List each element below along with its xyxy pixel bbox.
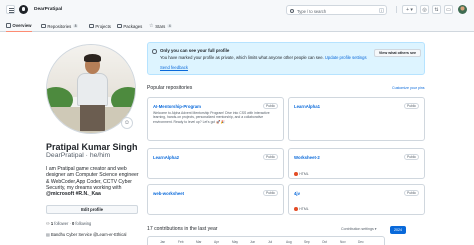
search-placeholder: Type / to search (297, 8, 327, 14)
month-label: Jul (268, 240, 273, 244)
repo-name-link[interactable]: LearnAlpha1 (294, 104, 320, 109)
visibility-badge: Public (404, 153, 419, 161)
customize-pins-link[interactable]: Customize your pins (392, 86, 425, 90)
repo-card: AI-Mentorship-Program Public Welcome to … (147, 97, 284, 141)
hamburger-menu-button[interactable] (6, 5, 15, 14)
inbox-icon[interactable]: ▭ (444, 5, 453, 14)
banner-message: You have marked your profile as private,… (160, 55, 367, 61)
month-label: Oct (322, 240, 327, 244)
tab-projects[interactable]: Projects (89, 20, 111, 32)
organization-icon: ▤ (46, 232, 50, 237)
tab-overview[interactable]: Overview (6, 20, 32, 32)
info-icon (152, 49, 157, 54)
repo-card: 4jv Public HTML (288, 184, 425, 215)
package-icon (117, 23, 122, 29)
visibility-badge: Public (263, 102, 278, 110)
follow-stats: ⚇ 1 follower · 0 following (46, 221, 92, 226)
year-button-2024[interactable]: 2024 (390, 226, 406, 234)
repo-card: Worksheet-2 Public HTML (288, 148, 425, 179)
tab-repositories[interactable]: Repositories 8 (41, 20, 79, 32)
header-username[interactable]: DearPratipal (34, 7, 62, 12)
profile-bio: I am Pratipal game creator and web desig… (46, 166, 139, 198)
tab-stars[interactable]: ☆ Stars 4 (149, 20, 173, 32)
profile-username: DearPratipal · he/him (46, 152, 111, 159)
repo-name-link[interactable]: Worksheet-2 (294, 155, 320, 160)
repo-card: web-worksheet Public (147, 184, 284, 215)
month-label: Feb (178, 240, 184, 244)
repo-name-link[interactable]: 4jv (294, 191, 300, 196)
repo-language: HTML (294, 207, 309, 211)
star-icon: ☆ (149, 23, 154, 29)
visibility-badge: Public (263, 153, 278, 161)
banner-title: Only you can see your full profile (160, 48, 230, 54)
team-link[interactable]: @Learn-er-Ethical (93, 232, 126, 237)
language-color-dot (294, 207, 298, 211)
user-avatar-small[interactable] (458, 5, 467, 14)
repo-name-link[interactable]: AI-Mentorship-Program (153, 104, 201, 109)
followers-link[interactable]: 1 follower (51, 221, 69, 226)
stars-count: 4 (167, 23, 173, 29)
popular-repositories-title: Popular repositories (147, 85, 193, 91)
repositories-count: 8 (73, 23, 79, 29)
month-label: Apr (214, 240, 219, 244)
update-profile-settings-link[interactable]: Update profile settings (325, 55, 367, 60)
following-link[interactable]: 0 following (72, 221, 91, 226)
repo-language: HTML (294, 172, 309, 176)
repo-name-link[interactable]: LearnAlpha2 (153, 155, 179, 160)
profile-name: Pratipal Kumar Singh (46, 142, 138, 152)
repo-card: LearnAlpha2 Public (147, 148, 284, 179)
set-status-button[interactable]: ☺ (121, 117, 133, 129)
language-color-dot (294, 172, 298, 176)
create-new-button[interactable]: + ▾ (402, 5, 417, 14)
header-divider (396, 6, 397, 13)
search-icon (290, 8, 294, 13)
month-label: Dec (358, 240, 364, 244)
pull-requests-icon[interactable]: ⇅ (432, 5, 441, 14)
repo-description: Welcome to Alpha Advent Mentorship Progr… (153, 111, 270, 124)
github-logo-icon[interactable] (19, 5, 28, 14)
tab-packages[interactable]: Packages (117, 20, 142, 32)
month-label: Nov (340, 240, 346, 244)
contribution-calendar: Jan Feb Mar Apr May Jun Jul Aug Sep Oct … (147, 236, 385, 245)
table-icon (89, 23, 94, 29)
search-input[interactable]: Type / to search / (286, 5, 387, 15)
people-icon: ⚇ (46, 221, 50, 226)
contributions-title: 17 contributions in the last year (147, 226, 218, 232)
view-what-others-see-button[interactable]: View what others see (374, 49, 421, 57)
book-icon (6, 23, 11, 28)
month-label: Jan (160, 240, 166, 244)
edit-profile-button[interactable]: Edit profile (46, 205, 138, 214)
month-label: Sep (304, 240, 310, 244)
visibility-badge: Public (404, 189, 419, 197)
repo-card: LearnAlpha1 Public (288, 97, 425, 141)
profile-organization: ▤ Bandhu Cyber Service @Learn-er-Ethical (46, 232, 127, 237)
private-profile-banner: Only you can see your full profile You h… (147, 42, 425, 75)
top-header: DearPratipal Type / to search / + ▾ ◎ ⇅ … (0, 0, 474, 20)
issues-icon[interactable]: ◎ (420, 5, 429, 14)
month-label: Mar (196, 240, 202, 244)
month-label: May (232, 240, 239, 244)
visibility-badge: Public (263, 189, 278, 197)
repo-name-link[interactable]: web-worksheet (153, 191, 184, 196)
contribution-settings-dropdown[interactable]: Contribution settings ▾ (341, 227, 377, 231)
send-feedback-link[interactable]: Send feedback (160, 65, 188, 70)
month-label: Aug (286, 240, 292, 244)
repo-icon (41, 23, 46, 29)
month-label: Jun (250, 240, 256, 244)
search-shortcut-key: / (379, 8, 384, 13)
visibility-badge: Public (404, 102, 419, 110)
profile-tabs: Overview Repositories 8 Projects Package… (0, 20, 474, 32)
